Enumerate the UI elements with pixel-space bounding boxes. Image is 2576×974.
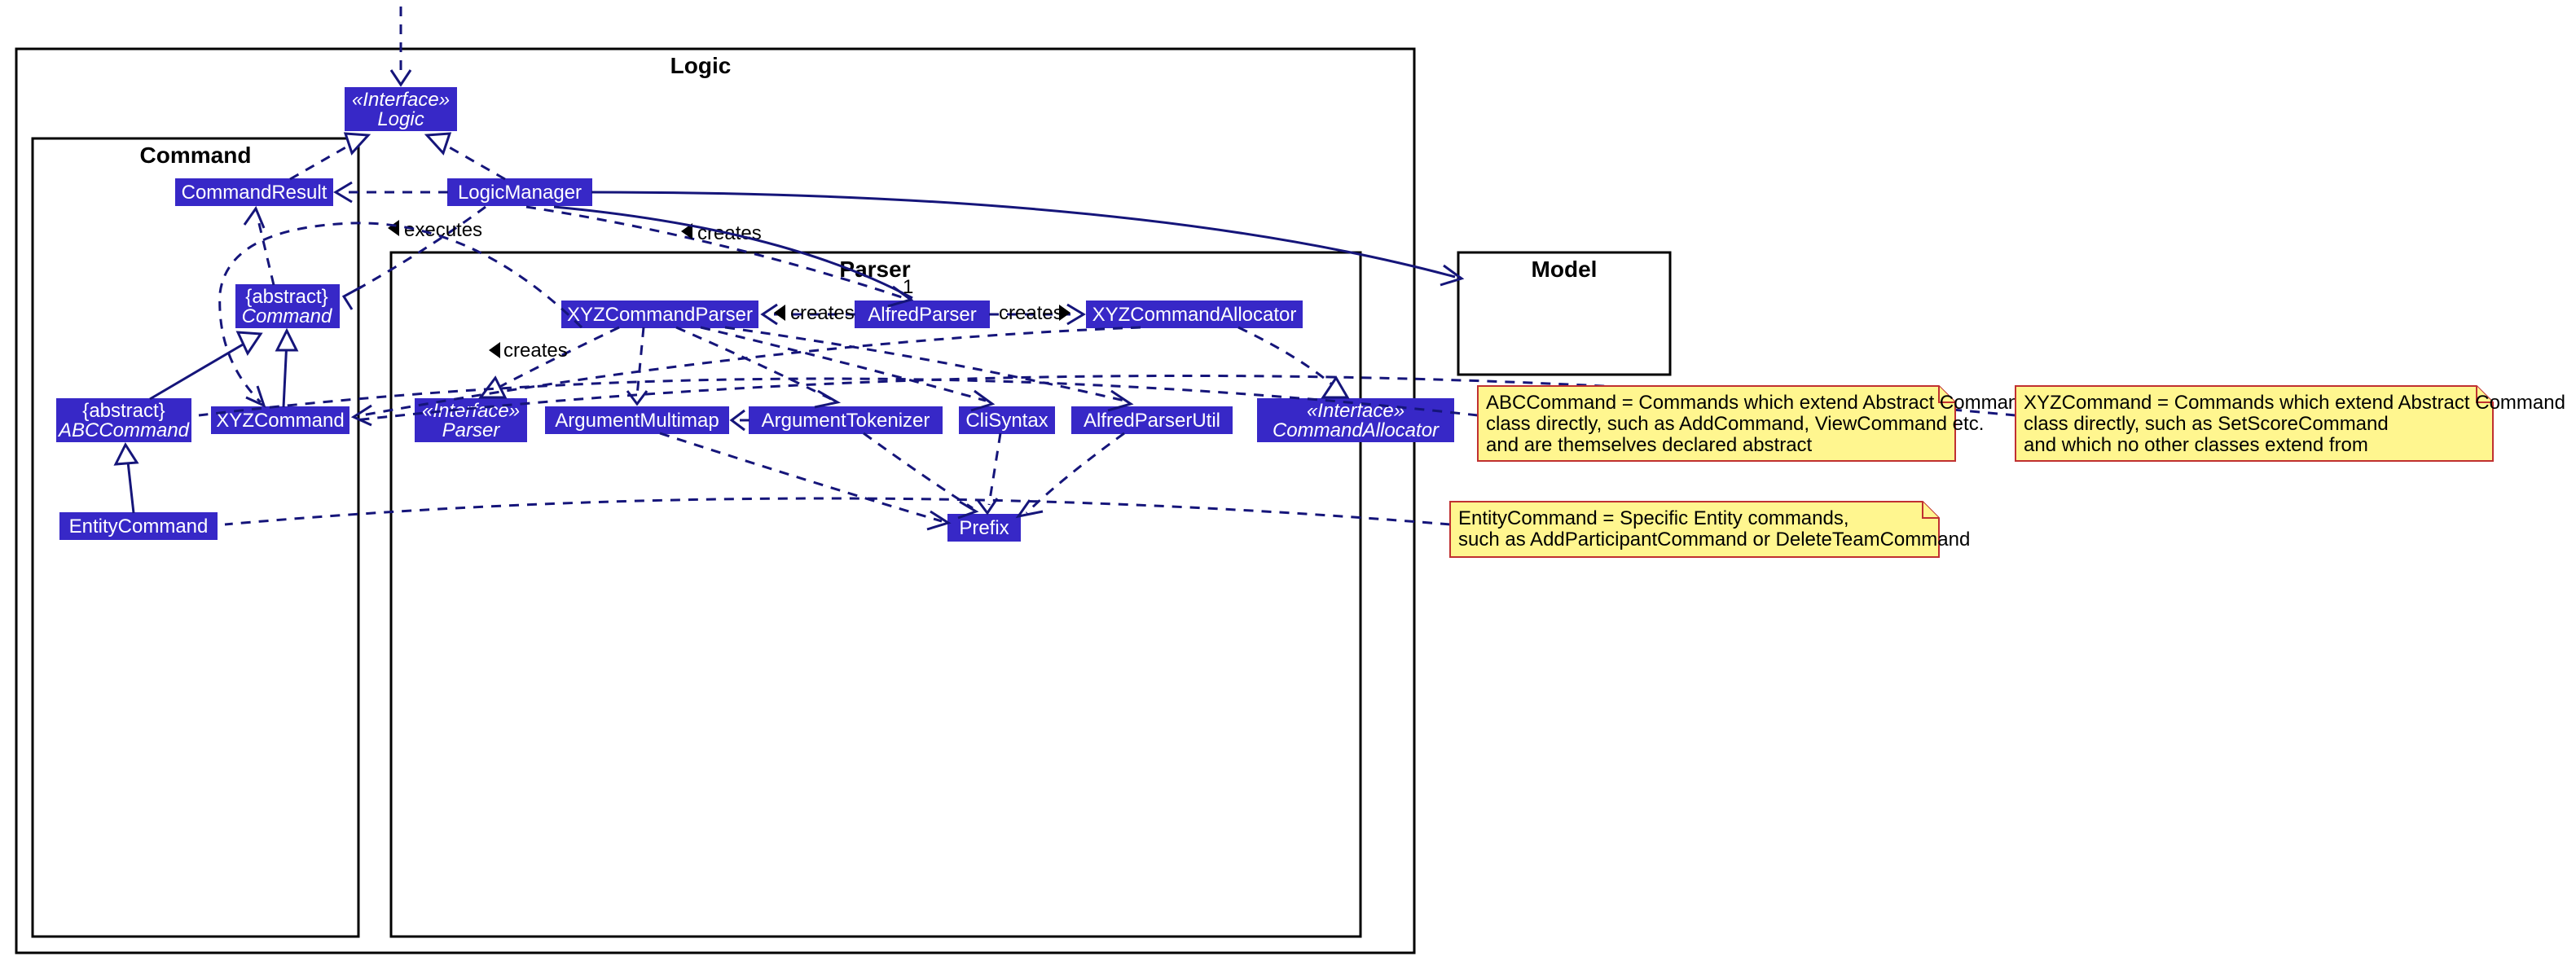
class-alfred-parser-name: AlfredParser xyxy=(868,304,976,326)
package-command-title: Command xyxy=(140,143,252,168)
note-xyz: XYZCommand = Commands which extend Abstr… xyxy=(2016,386,2565,461)
class-xyz-command-name: XYZCommand xyxy=(216,410,344,432)
class-argument-multimap-name: ArgumentMultimap xyxy=(555,410,719,432)
label-creates-3: creates xyxy=(999,302,1063,324)
svg-text:and are themselves declared ab: and are themselves declared abstract xyxy=(1486,434,1813,456)
package-model-title: Model xyxy=(1532,257,1598,282)
class-entity-command-name: EntityCommand xyxy=(69,516,209,537)
edge-alfredparserutil-to-prefix xyxy=(1026,433,1124,513)
svg-text:and which no other classes ext: and which no other classes extend from xyxy=(2024,434,2368,456)
class-abc-command-stereo: {abstract} xyxy=(82,400,165,422)
package-logic-title: Logic xyxy=(670,53,732,78)
edge-abccommand-extends-command xyxy=(150,339,253,399)
class-alfred-parser-util-name: AlfredParserUtil xyxy=(1084,410,1220,432)
edge-xyzcommandparser-to-argmultimap xyxy=(637,327,644,396)
class-command-result-name: CommandResult xyxy=(182,182,327,204)
edge-clisyntax-to-prefix xyxy=(989,433,1000,505)
class-xyz-command-allocator-name: XYZCommandAllocator xyxy=(1092,304,1297,326)
class-abc-command-name: ABCCommand xyxy=(57,419,190,441)
edge-xyzcommandparser-to-alfredparserutil xyxy=(725,327,1124,401)
edge-command-to-commandresult xyxy=(257,217,274,285)
label-creates-4: creates xyxy=(503,340,568,362)
edge-argmultimap-to-prefix xyxy=(660,433,942,521)
uml-diagram: Logic Command Parser Model «Interface» L… xyxy=(0,0,2576,974)
label-creates-2: creates xyxy=(790,302,855,324)
edge-argtokenizer-to-prefix xyxy=(864,433,973,508)
svg-text:class directly, such as SetSco: class directly, such as SetScoreCommand xyxy=(2024,413,2389,435)
class-command-abstract-name: Command xyxy=(242,305,332,327)
class-command-abstract-stereo: {abstract} xyxy=(245,286,327,308)
class-logic-manager-name: LogicManager xyxy=(458,182,582,204)
svg-text:EntityCommand = Specific Entit: EntityCommand = Specific Entity commands… xyxy=(1458,507,1849,529)
svg-text:such as AddParticipantCommand: such as AddParticipantCommand or DeleteT… xyxy=(1458,529,1970,551)
note-entity: EntityCommand = Specific Entity commands… xyxy=(1450,502,1970,557)
edge-logicmanager-implements-logic xyxy=(437,140,505,179)
class-logic-interface-name: Logic xyxy=(377,108,424,130)
edge-note-entity-to-entitycommand xyxy=(225,498,1450,524)
class-prefix-name: Prefix xyxy=(959,517,1009,539)
class-xyz-command-parser-name: XYZCommandParser xyxy=(567,304,753,326)
class-logic-interface-stereo: «Interface» xyxy=(352,89,450,111)
note-abc: ABCCommand = Commands which extend Abstr… xyxy=(1478,386,2030,461)
class-cli-syntax-name: CliSyntax xyxy=(965,410,1048,432)
svg-text:XYZCommand = Commands which ex: XYZCommand = Commands which extend Abstr… xyxy=(2024,392,2565,414)
edge-commandresult-to-logic xyxy=(290,140,358,179)
svg-text:ABCCommand = Commands which ex: ABCCommand = Commands which extend Abstr… xyxy=(1486,392,2030,414)
class-parser-interface-name: Parser xyxy=(442,419,501,441)
class-argument-tokenizer-name: ArgumentTokenizer xyxy=(762,410,930,432)
label-multiplicity-one: 1 xyxy=(903,276,913,298)
class-command-allocator-interface-name: CommandAllocator xyxy=(1273,419,1440,441)
edge-xyzcommandallocator-implements-commandallocator xyxy=(1238,327,1339,391)
class-command-allocator-interface-stereo: «Interface» xyxy=(1307,400,1404,422)
svg-text:class directly, such as AddCom: class directly, such as AddCommand, View… xyxy=(1486,413,1984,435)
